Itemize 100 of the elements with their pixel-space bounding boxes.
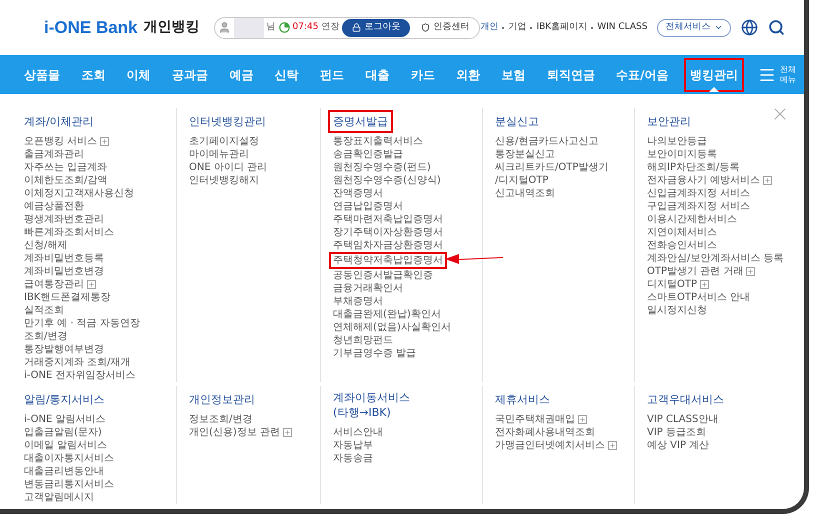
menu-link[interactable]: 공동인증서발급확인증 [333, 269, 433, 282]
plus-box-icon[interactable] [746, 267, 756, 276]
menu-link[interactable]: 계좌비밀번호변경 [24, 265, 104, 278]
menu-link[interactable]: 만기후 예 · 적금 자동연장 조회/변경 [24, 317, 140, 343]
menu-link[interactable]: 입출금알림(문자) [24, 426, 102, 439]
menu-link[interactable]: 주택마련저축납입증명서 [333, 213, 443, 226]
header-link[interactable]: WIN CLASS [597, 20, 648, 34]
menu-link[interactable]: 국민주택채권매입 [495, 413, 575, 426]
menu-link[interactable]: 오픈뱅킹 서비스 [24, 135, 98, 148]
menu-link[interactable]: 대출금완제(완납)확인서 [333, 308, 441, 321]
menu-link[interactable]: 주택청약저축납입증명서 [329, 252, 447, 269]
menu-link[interactable]: 원천징수영수증(펀드) [333, 161, 431, 174]
menu-link[interactable]: 가맹금인터넷예치서비스 [495, 439, 605, 452]
menu-link[interactable]: 신용/현금카드사고신고 [495, 135, 598, 148]
section-heading: 증명서발급 [328, 110, 393, 133]
selected-caret-icon [708, 87, 719, 92]
menu-link[interactable]: 이용시간제한서비스 [647, 213, 737, 226]
menu-link[interactable]: 초기페이지설정 [189, 135, 259, 148]
menu-link[interactable]: 고객알림메시지 [24, 491, 94, 504]
menu-link[interactable]: 신고내역조회 [495, 187, 555, 200]
menu-link[interactable]: 해외IP차단조회/등록 [647, 161, 740, 174]
menu-link[interactable]: 일시정지신청 [647, 304, 707, 317]
menu-link[interactable]: 자동송금 [333, 452, 373, 465]
search-icon[interactable] [768, 19, 786, 36]
menu-link[interactable]: i-ONE 전자위임장서비스 [24, 369, 136, 382]
menu-link[interactable]: 변동금리통지서비스 [24, 478, 114, 491]
header-link[interactable]: IBK홈페이지 [536, 20, 588, 34]
menu-link[interactable]: ONE 아이디 관리 [189, 161, 268, 174]
plus-box-icon[interactable] [763, 176, 772, 185]
menu-link[interactable]: 주택임차자금상환증명서 [333, 239, 443, 252]
menu-link[interactable]: 서비스안내 [333, 426, 383, 439]
menu-link[interactable]: 마이메뉴관리 [189, 148, 249, 161]
menu-link[interactable]: 평생계좌번호관리 [24, 213, 104, 226]
menu-link[interactable]: 전자화폐사용내역조회 [495, 426, 595, 439]
menu-link[interactable]: 예상 VIP 계산 [647, 439, 710, 452]
menu-link[interactable]: 이체한도조회/감액 [24, 174, 108, 187]
menu-link[interactable]: 출금계좌관리 [24, 148, 84, 161]
menu-link[interactable]: 청년희망펀드 기부금영수증 발급 [333, 334, 416, 360]
menu-link[interactable]: 전화승인서비스 [647, 239, 717, 252]
menu-link[interactable]: 스마트OTP서비스 안내 [647, 291, 750, 304]
header-link[interactable]: 개인 [480, 20, 498, 34]
menu-link[interactable]: 연체해제(없음)사실확인서 [333, 321, 451, 334]
menu-link[interactable]: 계좌안심/보안계좌서비스 등록 [647, 252, 784, 265]
menu-link[interactable]: IBK핸드폰결제통장 실적조회 [24, 291, 110, 317]
menu-link[interactable]: 급여통장관리 [24, 278, 84, 291]
menu-link[interactable]: 구입금계좌지정 서비스 [647, 200, 750, 213]
menu-link[interactable]: 신입금계좌지정 서비스 [647, 187, 750, 200]
plus-box-icon[interactable] [100, 137, 110, 146]
menu-link[interactable]: 연금납입증명서 [333, 200, 403, 213]
menu-link[interactable]: VIP 등급조회 [647, 426, 706, 439]
menu-link[interactable]: 인터넷뱅킹해지 [189, 174, 259, 187]
cert-center-button[interactable]: 인증센터 [413, 18, 478, 36]
menu-link[interactable]: 자주쓰는 입금계좌 [24, 161, 108, 174]
menu-link[interactable]: 원천징수영수증(신양식) [333, 174, 441, 187]
menu-link[interactable]: 씨크리트카드/OTP발생기 /디지털OTP [495, 161, 608, 187]
menu-link[interactable]: 개인(신용)정보 관련 [189, 426, 280, 439]
section-heading: 인터넷뱅킹관리 [188, 114, 267, 130]
menu-link[interactable]: 부채증명서 [333, 295, 383, 308]
section-heading: 제휴서비스 [494, 392, 551, 408]
shield-icon [421, 23, 430, 32]
timer-icon [278, 22, 290, 33]
menu-link[interactable]: 대출이자통지서비스 [24, 452, 114, 465]
menu-link[interactable]: 잔액증명서 [333, 187, 383, 200]
menu-link[interactable]: 이체정지고객재사용신청 [24, 187, 134, 200]
menu-link[interactable]: 전자금융사기 예방서비스 [647, 174, 760, 187]
menu-link[interactable]: 계좌비밀번호등록 [24, 252, 104, 265]
menu-link[interactable]: 거래중지계좌 조회/재개 [24, 356, 131, 369]
menu-link[interactable]: 정보조회/변경 [189, 413, 252, 426]
menu-link[interactable]: 보안이미지등록 [647, 148, 717, 161]
plus-box-icon[interactable] [87, 280, 96, 289]
menu-link[interactable]: 통장표지출력서비스 [333, 135, 423, 148]
menu-link[interactable]: 장기주택이자상환증명서 [333, 226, 443, 239]
menu-link[interactable]: 나의보안등급 [647, 135, 707, 148]
menu-link[interactable]: 자동납부 [333, 439, 373, 452]
menu-link[interactable]: 이메일 알림서비스 [24, 439, 108, 452]
logout-button[interactable]: 로그아웃 [342, 18, 410, 36]
menu-link[interactable]: 통장발행여부변경 [24, 343, 104, 356]
menu-link[interactable]: 지연이체서비스 [647, 226, 717, 239]
extend-link[interactable]: 연장 [321, 20, 340, 34]
plus-box-icon[interactable] [578, 415, 587, 424]
header-link[interactable]: 기업 [508, 20, 526, 34]
logo[interactable]: i-ONE Bank [44, 14, 138, 40]
menu-link[interactable]: 예금상품전환 [24, 200, 84, 213]
menu-link[interactable]: OTP발생기 관련 거래 [647, 265, 744, 278]
menu-link[interactable]: 빠른계좌조회서비스 신청/해제 [24, 226, 114, 252]
menu-link[interactable]: 디지털OTP [647, 278, 698, 291]
plus-box-icon[interactable] [608, 441, 617, 450]
menu-link[interactable]: 대출금리변동안내 [24, 465, 104, 478]
arrow [445, 252, 503, 266]
menu-link[interactable]: VIP CLASS안내 [647, 413, 718, 426]
menu-link[interactable]: i-ONE 알림서비스 [24, 413, 106, 426]
menu-link[interactable]: 송금확인증발급 [333, 148, 403, 161]
menu-link[interactable]: 통장분실신고 [495, 148, 555, 161]
service-select[interactable]: 전체서비스 [657, 18, 732, 36]
session-time: 07:45 [292, 20, 318, 34]
globe-icon[interactable] [741, 19, 758, 36]
section-heading: 계좌/이체관리 [23, 114, 95, 130]
plus-box-icon[interactable] [700, 280, 710, 289]
menu-link[interactable]: 금융거래확인서 [333, 282, 403, 295]
plus-box-icon[interactable] [282, 428, 292, 437]
